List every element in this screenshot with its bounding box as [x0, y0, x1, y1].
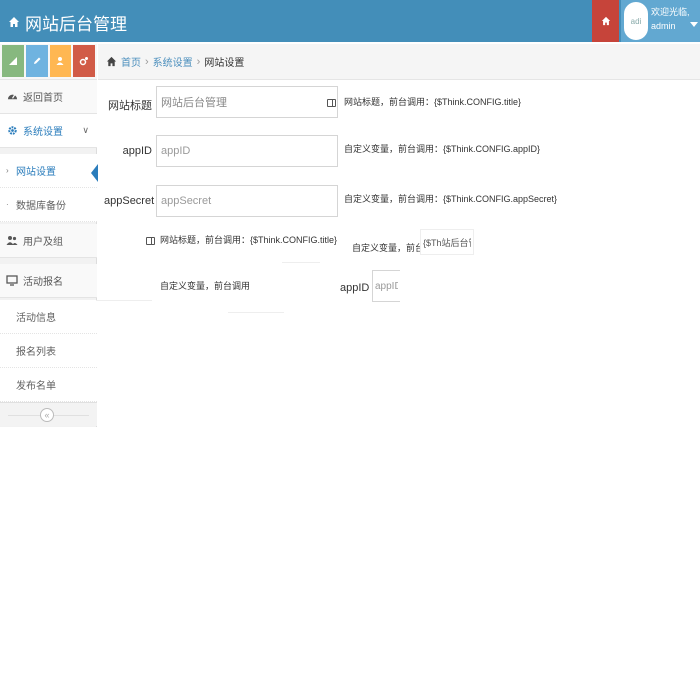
user-menu[interactable]: adi 欢迎光临, admin — [621, 0, 700, 42]
sidebar-item-home[interactable]: 返回首页 — [0, 80, 97, 114]
site-title-help: 网站标题，前台调用：{$Think.CONFIG.title} — [344, 97, 522, 107]
appsecret-help: 自定义变量，前台调用：{$Think.CONFIG.appSecret} — [344, 194, 558, 204]
sidebar-item-system-settings[interactable]: 系统设置 ∨ — [0, 114, 97, 148]
shortcut-buttons — [0, 44, 97, 80]
site-title-input-duplicate[interactable] — [420, 229, 474, 255]
home-icon — [8, 13, 20, 33]
appid-input-duplicate[interactable] — [372, 270, 400, 302]
group-icon — [56, 57, 64, 65]
home-icon — [106, 56, 117, 67]
breadcrumb-current: 网站设置 — [204, 58, 245, 69]
brand[interactable]: 网站后台管理 — [8, 10, 127, 35]
appid-label-duplicate: appID — [340, 282, 370, 294]
sidebar-item-label: 返回首页 — [23, 93, 63, 104]
home-icon — [601, 16, 610, 26]
appsecret-label: appSecret — [104, 195, 155, 207]
active-marker — [91, 164, 98, 182]
gear-icon — [6, 125, 18, 137]
breadcrumb: 首页 › 系统设置 › 网站设置 — [98, 44, 700, 80]
site-title-help-duplicate: 网站标题，前台调用：{$Think.CONFIG.title} — [160, 235, 338, 245]
home-button[interactable] — [592, 0, 619, 42]
username: admin — [651, 21, 676, 31]
cogs-icon — [79, 57, 89, 66]
site-title-input[interactable] — [156, 86, 338, 118]
settings-shortcut-button[interactable] — [73, 45, 95, 77]
sidebar-item-signup-list[interactable]: 报名列表 — [0, 334, 97, 368]
chart-shortcut-button[interactable] — [2, 45, 24, 77]
users-icon — [6, 235, 18, 247]
sidebar-item-label: 网站设置 — [16, 167, 56, 178]
custom-variable-help-duplicate-2: 自定义变量，前台调用 — [160, 281, 251, 291]
sidebar-item-activity-info[interactable]: 活动信息 — [0, 300, 97, 334]
breadcrumb-section[interactable]: 系统设置 — [153, 54, 193, 69]
chevron-right-icon: › — [145, 55, 149, 68]
sidebar-item-label: 报名列表 — [16, 347, 56, 358]
appid-help: 自定义变量，前台调用：{$Think.CONFIG.appID} — [344, 144, 541, 154]
sidebar-item-label: 活动信息 — [16, 313, 56, 324]
site-title-label: 网站标题 — [108, 100, 152, 112]
caret-down-icon — [690, 22, 698, 27]
double-chevron-left-icon[interactable]: « — [40, 408, 54, 422]
appid-label: appID — [122, 145, 152, 157]
chevron-down-icon: ∨ — [82, 125, 89, 135]
users-shortcut-button[interactable] — [49, 45, 72, 77]
sidebar-item-label: 系统设置 — [23, 127, 63, 138]
book-icon — [327, 99, 336, 107]
avatar-text: adi — [630, 16, 642, 26]
appid-input[interactable] — [156, 135, 338, 167]
avatar: adi — [624, 2, 648, 40]
divider — [228, 312, 284, 313]
appsecret-input[interactable] — [156, 185, 338, 217]
sidebar-item-label: 发布名单 — [16, 381, 56, 392]
signal-icon — [8, 57, 17, 65]
sidebar-item-db-backup[interactable]: · 数据库备份 — [0, 188, 97, 222]
sidebar-item-users-groups[interactable]: 用户及组 — [0, 224, 97, 258]
edit-shortcut-button[interactable] — [25, 45, 48, 77]
sidebar-collapse-bar: « — [0, 402, 97, 426]
sidebar: 返回首页 系统设置 ∨ › 网站设置 · 数据库备份 用户及组 活动报名 活动信… — [0, 80, 98, 427]
dashboard-icon — [6, 91, 18, 103]
caret-right-icon: · — [6, 200, 9, 209]
caret-right-icon: › — [6, 166, 9, 175]
sidebar-item-label: 数据库备份 — [16, 201, 66, 212]
chevron-right-icon: › — [196, 55, 201, 68]
pencil-icon — [33, 57, 41, 64]
top-navbar: 网站后台管理 adi 欢迎光临, admin — [0, 0, 700, 42]
desktop-icon — [6, 275, 18, 287]
divider — [96, 300, 152, 301]
user-info: 欢迎光临, admin — [651, 5, 690, 33]
sidebar-item-publish-list[interactable]: 发布名单 — [0, 368, 97, 402]
welcome-text: 欢迎光临, — [651, 7, 690, 17]
sidebar-item-label: 用户及组 — [23, 237, 63, 248]
sidebar-item-site-settings[interactable]: › 网站设置 — [0, 154, 98, 188]
breadcrumb-home[interactable]: 首页 — [121, 54, 141, 69]
brand-title: 网站后台管理 — [25, 15, 127, 34]
sidebar-item-label: 活动报名 — [23, 277, 63, 288]
sidebar-item-activity-signup[interactable]: 活动报名 — [0, 264, 97, 298]
divider — [282, 262, 320, 263]
book-icon — [146, 237, 155, 245]
